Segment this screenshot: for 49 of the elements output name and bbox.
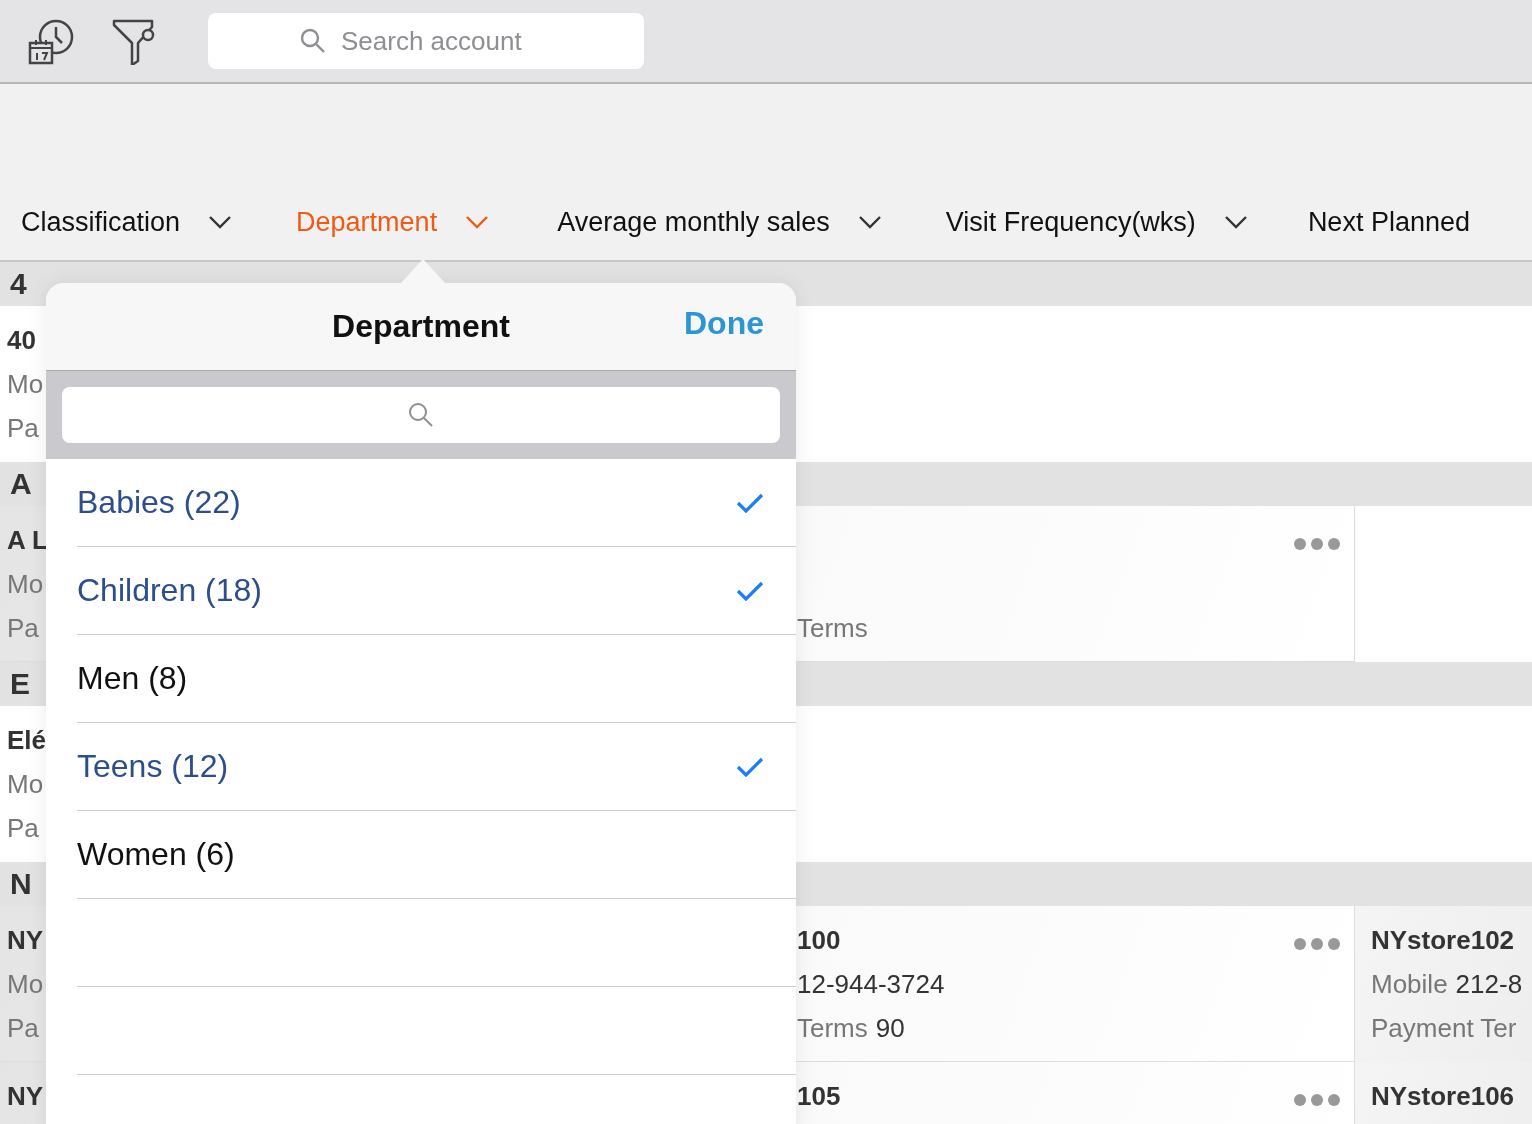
account-name: NYstore102 — [1371, 924, 1515, 957]
account-text: Pa — [7, 612, 40, 645]
account-text: Mo — [7, 568, 45, 601]
chevron-icon — [465, 215, 490, 229]
popover-title: Department — [332, 308, 510, 345]
payment-value: 90 — [875, 1012, 905, 1045]
option-label: Children (18) — [77, 572, 262, 609]
more-icon[interactable] — [1294, 538, 1340, 550]
chevron-icon — [208, 215, 233, 229]
account-text: NY — [7, 924, 45, 957]
column-filter[interactable]: Next Planned — [1286, 206, 1470, 238]
payment-label: Payment Ter — [1371, 1012, 1517, 1045]
column-filter[interactable]: Visit Frequency(wks) — [924, 206, 1248, 238]
column-filter[interactable]: Average monthly sales — [536, 206, 882, 238]
account-name: NYstore106 — [1371, 1080, 1515, 1113]
chevron-icon — [857, 215, 882, 229]
mobile-number: 212-8 — [1455, 968, 1523, 1001]
account-text: Pa — [7, 812, 40, 845]
account-name: 105 — [797, 1080, 841, 1113]
more-icon[interactable] — [1294, 1094, 1340, 1106]
account-text: NY — [7, 1080, 45, 1113]
search-icon — [299, 27, 327, 55]
account-name: 100 — [797, 924, 841, 957]
payment-label: Terms — [797, 1012, 868, 1045]
column-filter[interactable]: Classification — [0, 206, 233, 238]
account-text: Elé — [7, 724, 46, 757]
search-input[interactable]: Search account — [339, 24, 553, 58]
department-option[interactable]: Children (18) — [77, 547, 796, 635]
department-option[interactable]: Men (8) — [77, 635, 796, 723]
chevron-icon — [1223, 215, 1248, 229]
account-text: 40 — [7, 324, 37, 357]
account-text: A L — [7, 524, 46, 557]
search-field[interactable]: Search account — [208, 13, 644, 69]
payment-label: Terms — [797, 612, 868, 645]
calendar-clock-icon[interactable] — [28, 17, 76, 65]
mobile-label: Mobile — [1371, 968, 1448, 1001]
mobile-number: 12-944-3724 — [797, 968, 945, 1001]
search-icon — [407, 401, 435, 429]
department-option[interactable]: Teens (12) — [77, 723, 796, 811]
account-text: Mo — [7, 768, 45, 801]
search-field[interactable] — [62, 387, 780, 443]
department-option[interactable]: Babies (22) — [77, 459, 796, 547]
option-label: Teens (12) — [77, 748, 229, 785]
account-text: Pa — [7, 412, 40, 445]
option-label: Men (8) — [77, 660, 188, 697]
account-text: Mo — [7, 968, 45, 1001]
account-text: Mo — [7, 368, 45, 401]
account-text: Pa — [7, 1012, 40, 1045]
more-icon[interactable] — [1294, 938, 1340, 950]
